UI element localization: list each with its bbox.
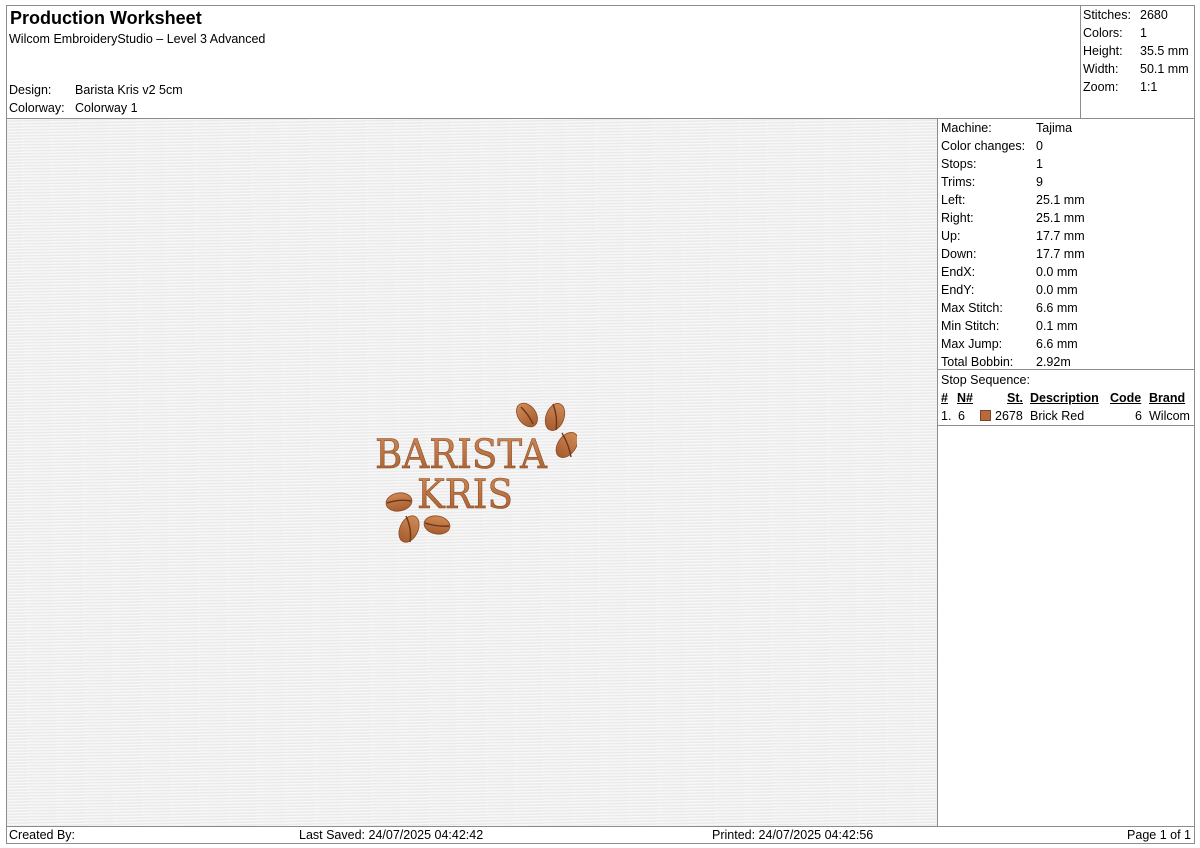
thread-color-swatch xyxy=(980,410,991,421)
machine-value: 25.1 mm xyxy=(1036,193,1085,207)
machine-value: Tajima xyxy=(1036,121,1073,135)
machine-row: Trims: 9 xyxy=(941,175,1043,189)
embroidery-logo: BARISTA KRIS xyxy=(375,402,577,543)
machine-value: 25.1 mm xyxy=(1036,211,1085,225)
stat-value: 1 xyxy=(1140,26,1147,40)
row-needle: 6 xyxy=(958,409,965,423)
col-description: Description xyxy=(1030,391,1099,405)
machine-label: EndX: xyxy=(941,265,976,279)
machine-row: Right: 25.1 mm xyxy=(941,211,1085,225)
machine-row: Color changes: 0 xyxy=(941,139,1043,153)
stat-value: 2680 xyxy=(1140,8,1168,22)
machine-row: Min Stitch: 0.1 mm xyxy=(941,319,1078,333)
stat-label: Zoom: xyxy=(1083,80,1119,94)
design-label: Design: xyxy=(9,83,52,97)
stop-sequence: Stop Sequence: # N# St. Description Code… xyxy=(938,369,1194,426)
colorway-value: Colorway 1 xyxy=(75,101,138,115)
machine-label: Max Jump: xyxy=(941,337,1003,351)
machine-value: 0.1 mm xyxy=(1036,319,1078,333)
stat-value: 35.5 mm xyxy=(1140,44,1189,58)
machine-label: EndY: xyxy=(941,283,975,297)
row-description: Brick Red xyxy=(1030,409,1085,423)
machine-value: 6.6 mm xyxy=(1036,301,1078,315)
stat-colors: Colors: 1 xyxy=(1083,26,1147,40)
stat-label: Width: xyxy=(1083,62,1119,76)
machine-value: 17.7 mm xyxy=(1036,229,1085,243)
last-saved: Last Saved: 24/07/2025 04:42:42 xyxy=(299,828,484,842)
machine-value: 0.0 mm xyxy=(1036,265,1078,279)
machine-row: Stops: 1 xyxy=(941,157,1043,171)
row-stitches: 2678 xyxy=(995,409,1023,423)
design-value: Barista Kris v2 5cm xyxy=(75,83,183,97)
row-num: 1. xyxy=(941,409,952,423)
machine-label: Color changes: xyxy=(941,139,1026,153)
machine-value: 17.7 mm xyxy=(1036,247,1085,261)
machine-value: 2.92m xyxy=(1036,355,1071,369)
row-brand: Wilcom xyxy=(1149,409,1190,423)
stat-value: 50.1 mm xyxy=(1140,62,1189,76)
stat-zoom: Zoom: 1:1 xyxy=(1083,80,1157,94)
page-title: Production Worksheet xyxy=(10,8,202,28)
col-stitches: St. xyxy=(1007,391,1023,405)
col-code: Code xyxy=(1110,391,1142,405)
machine-row: Machine: Tajima xyxy=(941,121,1072,135)
machine-value: 0 xyxy=(1036,139,1043,153)
machine-label: Max Stitch: xyxy=(941,301,1003,315)
col-brand: Brand xyxy=(1149,391,1186,405)
col-needle: N# xyxy=(957,391,973,405)
machine-label: Up: xyxy=(941,229,961,243)
stat-label: Colors: xyxy=(1083,26,1123,40)
machine-row: EndX: 0.0 mm xyxy=(941,265,1078,279)
col-num: # xyxy=(941,391,948,405)
machine-label: Machine: xyxy=(941,121,992,135)
design-preview[interactable]: BARISTA KRIS xyxy=(7,119,938,826)
machine-value: 1 xyxy=(1036,157,1043,171)
machine-row: Up: 17.7 mm xyxy=(941,229,1085,243)
worksheet: Production Worksheet Wilcom EmbroiderySt… xyxy=(6,5,1195,844)
machine-label: Trims: xyxy=(941,175,976,189)
coffee-bean-icon xyxy=(555,432,577,458)
machine-row: Left: 25.1 mm xyxy=(941,193,1085,207)
created-by: Created By: xyxy=(9,828,76,842)
empty-panel xyxy=(938,426,1194,826)
machine-label: Right: xyxy=(941,211,974,225)
colorway-row: Colorway: Colorway 1 xyxy=(9,101,138,115)
machine-label: Down: xyxy=(941,247,977,261)
machine-value: 6.6 mm xyxy=(1036,337,1078,351)
stat-stitches: Stitches: 2680 xyxy=(1083,8,1168,22)
machine-row: Max Jump: 6.6 mm xyxy=(941,337,1078,351)
software-name: Wilcom EmbroideryStudio – Level 3 Advanc… xyxy=(9,32,266,46)
machine-label: Total Bobbin: xyxy=(941,355,1014,369)
coffee-bean-icon xyxy=(385,492,413,512)
stat-value: 1:1 xyxy=(1140,80,1158,94)
logo-line-2: KRIS xyxy=(417,472,513,518)
design-stats: Stitches: 2680 Colors: 1 Height: 35.5 mm Wi… xyxy=(1081,6,1194,119)
header: Production Worksheet Wilcom EmbroiderySt… xyxy=(7,6,1081,119)
footer: Created By: Last Saved: 24/07/2025 04:42… xyxy=(7,826,1194,843)
stop-sequence-title: Stop Sequence: xyxy=(941,373,1030,387)
machine-value: 9 xyxy=(1036,175,1043,189)
page-number: Page 1 of 1 xyxy=(1127,828,1191,842)
colorway-label: Colorway: xyxy=(9,101,65,115)
machine-row: Down: 17.7 mm xyxy=(941,247,1085,261)
stat-width: Width: 50.1 mm xyxy=(1083,62,1189,76)
row-code: 6 xyxy=(1135,409,1142,423)
machine-row: EndY: 0.0 mm xyxy=(941,283,1078,297)
machine-label: Stops: xyxy=(941,157,977,171)
machine-row: Max Stitch: 6.6 mm xyxy=(941,301,1078,315)
machine-label: Left: xyxy=(941,193,966,207)
machine-info: Machine: Tajima Color changes: 0 Stops: 1 T… xyxy=(938,119,1194,369)
stat-label: Stitches: xyxy=(1083,8,1131,22)
machine-label: Min Stitch: xyxy=(941,319,1000,333)
printed-date: Printed: 24/07/2025 04:42:56 xyxy=(712,828,874,842)
machine-value: 0.0 mm xyxy=(1036,283,1078,297)
coffee-bean-icon xyxy=(544,403,566,431)
coffee-bean-icon xyxy=(516,402,538,428)
design-row: Design: Barista Kris v2 5cm xyxy=(9,83,183,97)
stat-height: Height: 35.5 mm xyxy=(1083,44,1189,58)
machine-row: Total Bobbin: 2.92m xyxy=(941,355,1071,369)
stat-label: Height: xyxy=(1083,44,1123,58)
